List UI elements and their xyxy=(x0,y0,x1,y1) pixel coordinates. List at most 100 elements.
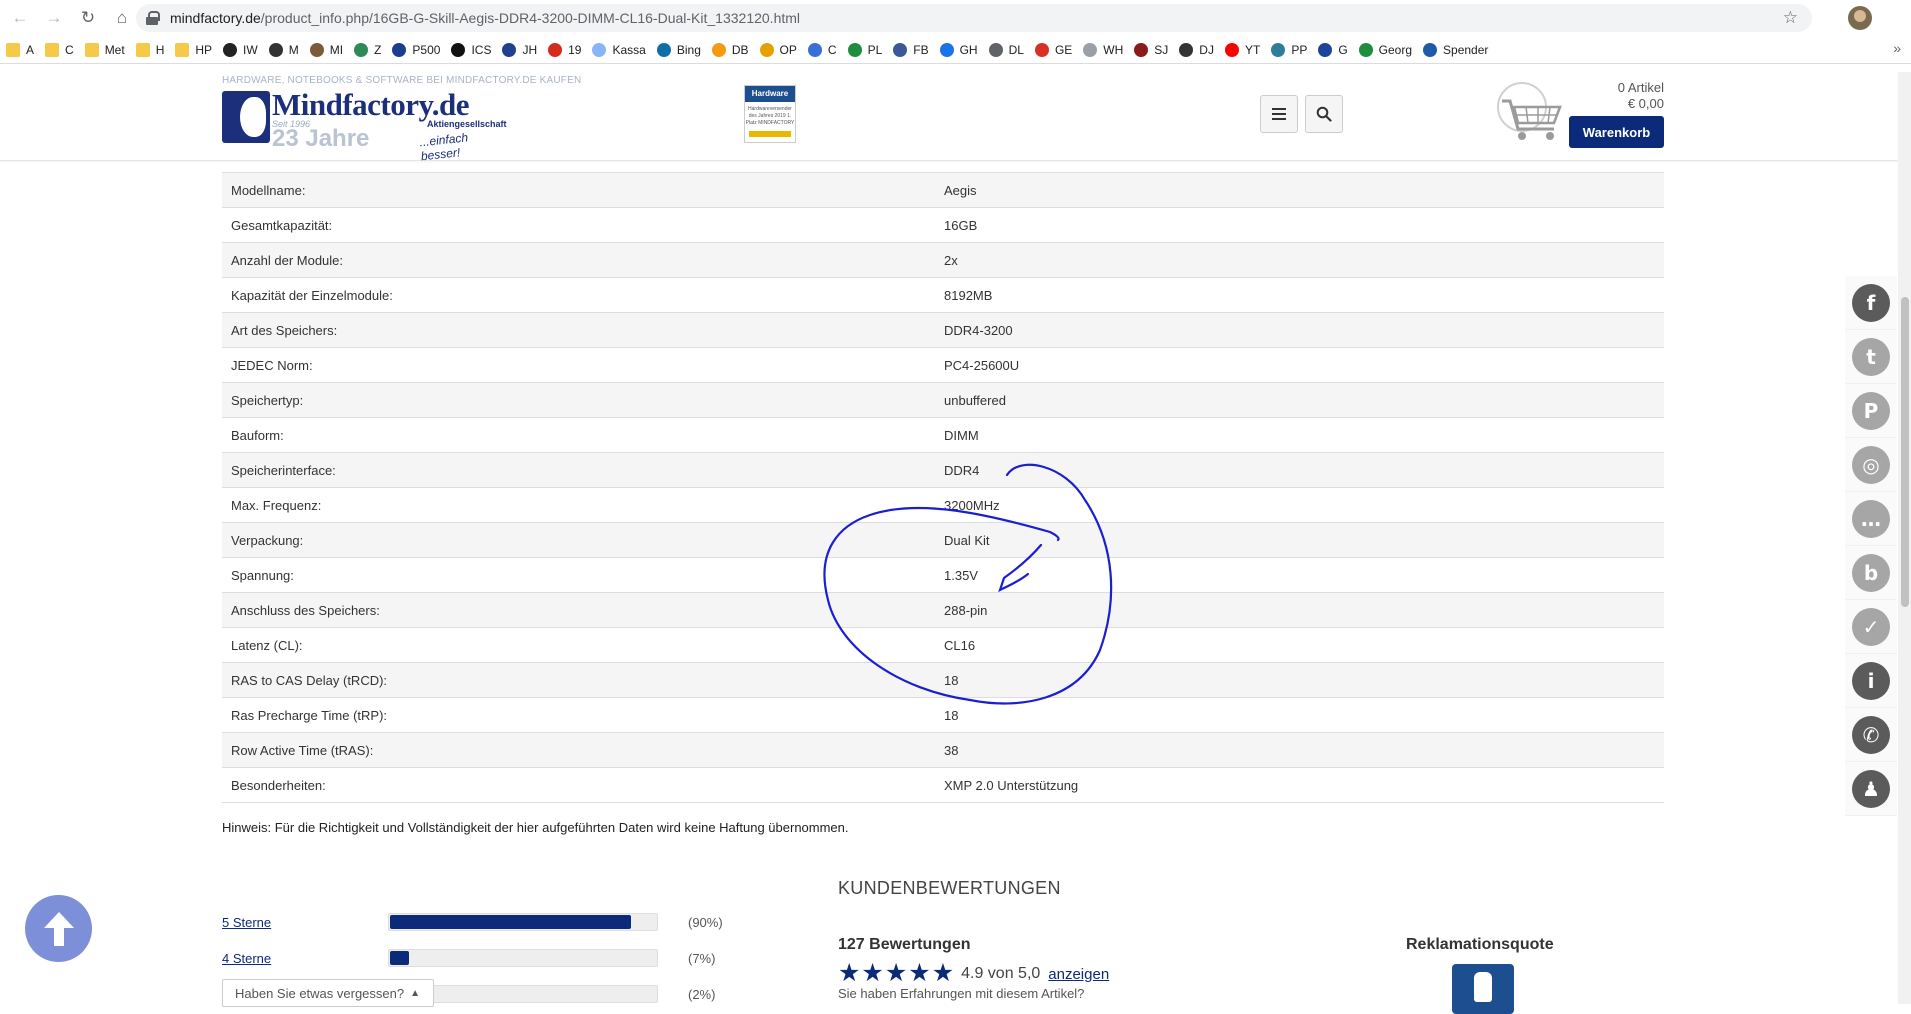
home-icon[interactable]: ⌂ xyxy=(108,4,136,32)
bookmark-met[interactable]: Met xyxy=(84,42,125,57)
bookmark-label: OP xyxy=(779,42,797,57)
bookmark-label: ICS xyxy=(471,42,492,57)
dl-logo-icon xyxy=(988,42,1003,57)
bookmark-georg[interactable]: Georg xyxy=(1358,42,1412,57)
z-logo-icon xyxy=(354,42,369,57)
page-scrollbar[interactable] xyxy=(1898,72,1911,1004)
cart-button[interactable]: Warenkorb xyxy=(1569,116,1664,148)
bookmark-spender[interactable]: Spender xyxy=(1423,42,1488,57)
info-share-button[interactable]: i xyxy=(1845,654,1897,708)
bookmark-ge[interactable]: GE xyxy=(1034,42,1072,57)
twitter-share-button[interactable]: t xyxy=(1845,330,1897,384)
bookmark-label: PP xyxy=(1291,42,1308,57)
facebook-share-button[interactable]: f xyxy=(1845,276,1897,330)
bookmark-h[interactable]: H xyxy=(135,42,164,57)
bookmark-iw[interactable]: IW xyxy=(223,42,258,57)
bookmark-yt[interactable]: YT xyxy=(1224,42,1260,57)
instagram-share-button[interactable]: ◎ xyxy=(1845,438,1897,492)
show-reviews-link[interactable]: anzeigen xyxy=(1048,966,1109,983)
bookmark-label: FB xyxy=(913,42,929,57)
bookmark-z[interactable]: Z xyxy=(354,42,382,57)
bookmark-a[interactable]: A xyxy=(6,42,34,57)
ge-logo-icon xyxy=(1034,42,1049,57)
bookmark-hp[interactable]: HP xyxy=(175,42,212,57)
person-share-button[interactable]: ♟ xyxy=(1845,762,1897,816)
spec-value: 288-pin xyxy=(944,602,988,618)
db-logo-icon xyxy=(711,42,726,57)
bookmark-sj[interactable]: SJ xyxy=(1134,42,1169,57)
phone-share-button[interactable]: ✆ xyxy=(1845,708,1897,762)
reload-icon[interactable]: ↻ xyxy=(74,4,102,32)
bookmark-label: MI xyxy=(329,42,344,57)
bookmark-c[interactable]: C xyxy=(45,42,74,57)
bookmark-g[interactable]: G xyxy=(1318,42,1348,57)
scrollbar-thumb[interactable] xyxy=(1901,297,1909,607)
site-header: HARDWARE, NOTEBOOKS & SOFTWARE BEI MINDF… xyxy=(0,65,1911,163)
bookmark-ics[interactable]: ICS xyxy=(451,42,492,57)
bookmark-c[interactable]: C xyxy=(807,42,837,57)
bookmark-db[interactable]: DB xyxy=(711,42,749,57)
bookmark-bing[interactable]: Bing xyxy=(656,42,701,57)
bookmark-dj[interactable]: DJ xyxy=(1179,42,1214,57)
spec-value: 3200MHz xyxy=(944,497,1000,513)
blog-share-button[interactable]: b xyxy=(1845,546,1897,600)
back-arrow-icon[interactable]: ← xyxy=(6,4,34,32)
wh-logo-icon xyxy=(1083,42,1098,57)
pinterest-icon: P xyxy=(1852,391,1890,430)
folder-icon xyxy=(84,42,99,57)
pinterest-share-button[interactable]: P xyxy=(1845,384,1897,438)
bookmark-label: SJ xyxy=(1154,42,1169,57)
bookmark-gh[interactable]: GH xyxy=(939,42,978,57)
bookmark-p500[interactable]: P500 xyxy=(392,42,440,57)
bookmark-op[interactable]: OP xyxy=(759,42,797,57)
spec-label: Anschluss des Speichers: xyxy=(231,602,380,618)
profile-avatar[interactable] xyxy=(1848,6,1872,30)
bookmark-wh[interactable]: WH xyxy=(1083,42,1123,57)
bookmark-label: C xyxy=(827,42,837,57)
spec-label: Spannung: xyxy=(231,567,294,583)
rating-row: 5 Sterne (90%) xyxy=(222,911,723,933)
shopping-cart-icon[interactable] xyxy=(1494,81,1566,143)
spec-label: Max. Frequenz: xyxy=(231,497,322,513)
mindfactory-logo[interactable]: Mindfactory.de Aktiengesellschaft Seit 1… xyxy=(222,87,507,163)
logo-years: 23 Jahre xyxy=(272,125,370,152)
forward-arrow-icon[interactable]: → xyxy=(40,4,68,32)
experience-prompt[interactable]: Sie haben Erfahrungen mit diesem Artikel… xyxy=(838,986,1084,1001)
spec-value: 38 xyxy=(944,742,959,758)
bookmark-star-icon[interactable]: ☆ xyxy=(1783,8,1798,28)
spec-value: DDR4 xyxy=(944,462,980,478)
more-bookmarks-icon[interactable]: » xyxy=(1893,40,1901,56)
address-bar[interactable]: mindfactory.de/product_info.php/16GB-G-S… xyxy=(136,4,1812,32)
menu-button[interactable] xyxy=(1260,95,1298,133)
spec-value: DDR4-3200 xyxy=(944,322,1013,338)
info-i-icon xyxy=(451,42,466,57)
search-button[interactable] xyxy=(1305,95,1343,133)
bookmark-pp[interactable]: PP xyxy=(1271,42,1308,57)
social-sidebar: f t P ◎ … b ✓ i ✆ ♟ xyxy=(1845,276,1897,816)
check-icon: ✓ xyxy=(1852,607,1890,646)
forgot-something-dropdown[interactable]: Haben Sie etwas vergessen? ▲ xyxy=(222,979,434,1007)
bookmark-19[interactable]: 19 xyxy=(548,42,581,57)
bookmark-label: Z xyxy=(374,42,382,57)
award-badge[interactable]: Hardware Hardwareversender des Jahres 20… xyxy=(744,85,796,143)
bookmark-kassa[interactable]: Kassa xyxy=(592,42,646,57)
rating-row: 4 Sterne (7%) xyxy=(222,947,715,969)
url-text[interactable]: mindfactory.de/product_info.php/16GB-G-S… xyxy=(170,10,800,26)
bookmark-jh[interactable]: JH xyxy=(502,42,537,57)
spec-row: Anzahl der Module: 2x xyxy=(222,243,1664,278)
rating-filter-link[interactable]: 5 Sterne xyxy=(222,915,388,930)
check-share-button[interactable]: ✓ xyxy=(1845,600,1897,654)
chat-share-button[interactable]: … xyxy=(1845,492,1897,546)
bookmark-label: Bing xyxy=(676,42,701,57)
bookmark-pl[interactable]: PL xyxy=(847,42,882,57)
bookmark-dl[interactable]: DL xyxy=(988,42,1024,57)
bookmark-fb[interactable]: FB xyxy=(893,42,929,57)
spec-row: JEDEC Norm: PC4-25600U xyxy=(222,348,1664,383)
spec-label: JEDEC Norm: xyxy=(231,357,313,373)
back-to-top-button[interactable] xyxy=(25,895,92,962)
spec-label: Verpackung: xyxy=(231,532,304,548)
rating-filter-link[interactable]: 4 Sterne xyxy=(222,951,388,966)
search-icon xyxy=(1316,106,1332,122)
bookmark-mi[interactable]: MI xyxy=(309,42,344,57)
bookmark-m[interactable]: M xyxy=(268,42,299,57)
